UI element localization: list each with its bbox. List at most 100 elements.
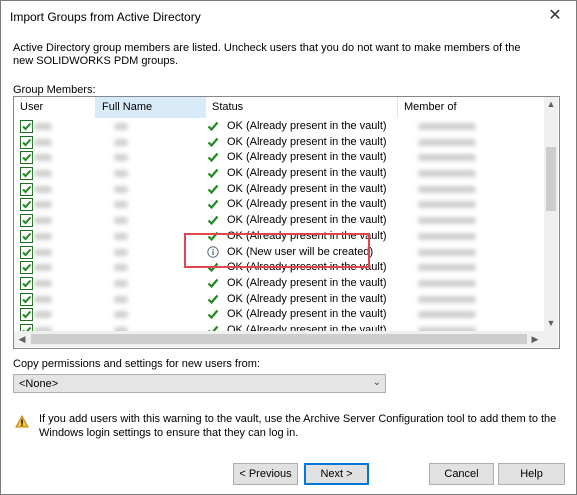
status-text: OK (Already present in the vault) (227, 292, 387, 305)
member-checkbox[interactable] (20, 214, 33, 228)
redacted-cell (34, 232, 52, 240)
check-icon (207, 198, 219, 210)
table-row[interactable]: OK (Already present in the vault) (14, 276, 544, 292)
member-checkbox[interactable] (20, 245, 33, 259)
column-header-member-of[interactable]: Member of (398, 97, 544, 118)
status-text: OK (Already present in the vault) (227, 167, 387, 180)
check-icon (207, 167, 219, 179)
column-header-user[interactable]: User (14, 97, 96, 118)
member-checkbox[interactable] (20, 167, 33, 181)
redacted-cell (34, 248, 52, 256)
redacted-cell (114, 311, 128, 319)
member-checkbox[interactable] (20, 276, 33, 290)
check-icon (207, 214, 219, 226)
status-text: OK (Already present in the vault) (227, 323, 387, 331)
redacted-cell (114, 185, 128, 193)
redacted-cell (418, 248, 476, 256)
copy-permissions-select[interactable]: <None> ⌄ (13, 374, 386, 393)
scroll-down-arrow-icon[interactable]: ▼ (544, 316, 558, 330)
chevron-down-icon: ⌄ (372, 377, 381, 388)
next-button[interactable]: Next > (304, 463, 369, 485)
redacted-cell (34, 185, 52, 193)
member-checkbox[interactable] (20, 120, 33, 133)
redacted-cell (418, 217, 476, 225)
group-members-list[interactable]: User Full Name Status Member of OK (Alre… (13, 96, 560, 349)
member-checkbox[interactable] (20, 229, 33, 243)
copy-permissions-label: Copy permissions and settings for new us… (13, 358, 260, 370)
scroll-up-arrow-icon[interactable]: ▲ (544, 97, 558, 111)
table-row[interactable]: OK (Already present in the vault) (14, 213, 544, 229)
horizontal-scrollbar[interactable]: ◀ ▶ (14, 331, 544, 347)
scrollbar-corner (544, 331, 558, 347)
table-row[interactable]: OK (Already present in the vault) (14, 182, 544, 198)
redacted-cell (34, 295, 52, 303)
member-checkbox[interactable] (20, 323, 33, 331)
group-members-label: Group Members: (13, 84, 96, 96)
redacted-cell (34, 123, 52, 130)
warning-icon (15, 414, 29, 431)
cancel-button[interactable]: Cancel (429, 463, 494, 485)
member-checkbox[interactable] (20, 261, 33, 275)
help-button[interactable]: Help (498, 463, 565, 485)
column-header-status[interactable]: Status (206, 97, 398, 118)
redacted-cell (34, 264, 52, 272)
redacted-cell (114, 279, 128, 287)
status-text: OK (Already present in the vault) (227, 198, 387, 211)
list-header: User Full Name Status Member of (14, 97, 544, 118)
table-row[interactable]: OK (Already present in the vault) (14, 292, 544, 308)
status-text: OK (Already present in the vault) (227, 120, 387, 132)
member-checkbox[interactable] (20, 182, 33, 196)
status-text: OK (Already present in the vault) (227, 276, 387, 289)
redacted-cell (34, 217, 52, 225)
import-groups-dialog: Import Groups from Active Directory ✕ Ac… (0, 0, 577, 495)
copy-permissions-value: <None> (19, 378, 59, 390)
table-row[interactable]: OK (Already present in the vault) (14, 197, 544, 213)
redacted-cell (34, 138, 52, 146)
redacted-cell (418, 264, 476, 272)
status-text: OK (Already present in the vault) (227, 214, 387, 227)
check-icon (207, 136, 219, 148)
redacted-cell (418, 154, 476, 162)
vertical-scrollbar[interactable]: ▲ ▼ (544, 97, 558, 331)
close-icon[interactable]: ✕ (544, 6, 566, 26)
member-checkbox[interactable] (20, 292, 33, 306)
redacted-cell (418, 311, 476, 319)
redacted-cell (34, 154, 52, 162)
redacted-cell (34, 201, 52, 209)
status-text: OK (Already present in the vault) (227, 151, 387, 164)
scroll-left-arrow-icon[interactable]: ◀ (15, 332, 29, 346)
column-header-full-name[interactable]: Full Name (96, 97, 206, 118)
check-icon (207, 183, 219, 195)
status-text: OK (Already present in the vault) (227, 182, 387, 195)
previous-button[interactable]: < Previous (233, 463, 298, 485)
check-icon (207, 324, 219, 331)
redacted-cell (34, 170, 52, 178)
member-rows: OK (Already present in the vault) OK (Alr… (14, 119, 544, 331)
vertical-scroll-thumb[interactable] (546, 147, 556, 211)
highlight-box (184, 233, 370, 268)
redacted-cell (114, 123, 128, 130)
member-checkbox[interactable] (20, 135, 33, 149)
redacted-cell (418, 185, 476, 193)
redacted-cell (34, 311, 52, 319)
table-row[interactable]: OK (Already present in the vault) (14, 307, 544, 323)
redacted-cell (418, 138, 476, 146)
status-text: OK (Already present in the vault) (227, 135, 387, 148)
redacted-cell (418, 123, 476, 130)
member-checkbox[interactable] (20, 308, 33, 322)
table-row[interactable]: OK (Already present in the vault) (14, 150, 544, 166)
member-checkbox[interactable] (20, 151, 33, 165)
table-row[interactable]: OK (Already present in the vault) (14, 323, 544, 331)
horizontal-scroll-thumb[interactable] (31, 334, 527, 344)
redacted-cell (114, 217, 128, 225)
check-icon (207, 120, 219, 132)
redacted-cell (114, 138, 128, 146)
table-row[interactable]: OK (Already present in the vault) (14, 119, 544, 135)
table-row[interactable]: OK (Already present in the vault) (14, 135, 544, 151)
redacted-cell (114, 170, 128, 178)
redacted-cell (418, 170, 476, 178)
check-icon (207, 308, 219, 320)
member-checkbox[interactable] (20, 198, 33, 212)
scroll-right-arrow-icon[interactable]: ▶ (528, 332, 542, 346)
table-row[interactable]: OK (Already present in the vault) (14, 166, 544, 182)
